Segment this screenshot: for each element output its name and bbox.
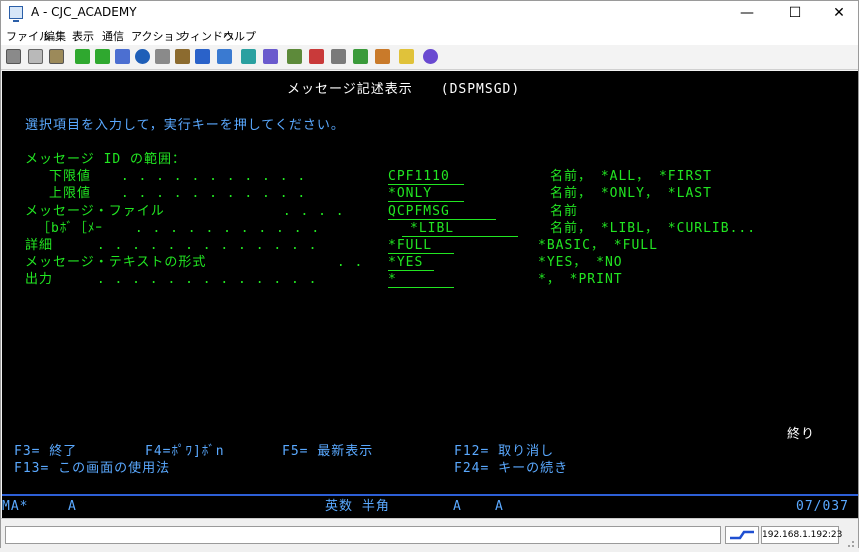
cube-icon[interactable] — [175, 49, 190, 64]
upper-dots: . . . . . . . . . . . — [112, 186, 307, 201]
receive-file-icon[interactable] — [95, 49, 110, 64]
close-button[interactable]: ✕ — [816, 1, 859, 25]
notes-icon[interactable] — [399, 49, 414, 64]
oia-left: MA* — [2, 499, 29, 514]
grid-icon[interactable] — [217, 49, 232, 64]
status-message-field — [5, 526, 721, 544]
format-hint: *YES， *NO — [538, 255, 623, 270]
lower-value-field[interactable]: CPF1110 — [388, 169, 464, 185]
box-icon[interactable] — [155, 49, 170, 64]
emulator-window: A - CJC_ACADEMY — ☐ ✕ ファイル 編集 表示 通信 アクショ… — [0, 0, 859, 548]
menu-comm[interactable]: 通信 — [102, 28, 124, 44]
macro-stop-icon[interactable] — [287, 49, 302, 64]
macro-record-icon[interactable] — [263, 49, 278, 64]
format-value-field[interactable]: *YES — [388, 255, 434, 271]
library-label: ［bﾎﾞ［ﾒｰ — [37, 221, 103, 236]
resize-grip-icon[interactable] — [843, 533, 855, 547]
upper-value-field[interactable]: *ONLY — [388, 186, 464, 202]
oia-ime: 英数 半角 — [325, 499, 390, 514]
window-title: A - CJC_ACADEMY — [31, 5, 137, 19]
msgfile-dots: . . . . — [274, 204, 345, 219]
status-bar: 192.168.1.192:23 — [1, 518, 858, 548]
help-icon[interactable] — [195, 49, 210, 64]
terminal-screen[interactable]: メッセージ記述表示 (DSPMSGD) 選択項目を入力して，実行キーを押してくだ… — [2, 71, 858, 494]
format-label: メッセージ・テキストの形式 — [25, 255, 207, 270]
library-value-field[interactable]: *LIBL — [402, 221, 518, 237]
menu-help[interactable]: ヘルプ — [223, 28, 256, 44]
detail-hint: *BASIC， *FULL — [538, 238, 658, 253]
library-hint: 名前， *LIBL， *CURLIB... — [550, 221, 757, 236]
screen-title: メッセージ記述表示 (DSPMSGD) — [287, 82, 521, 97]
menu-action[interactable]: アクション — [131, 28, 185, 44]
upper-hint: 名前， *ONLY， *LAST — [550, 186, 712, 201]
msgfile-hint: 名前 — [550, 204, 579, 219]
instruction-text: 選択項目を入力して，実行キーを押してください。 — [25, 118, 345, 133]
lower-dots: . . . . . . . . . . . — [112, 169, 307, 184]
title-bar: A - CJC_ACADEMY — ☐ ✕ — [1, 1, 858, 25]
maximize-button[interactable]: ☐ — [772, 1, 818, 25]
menu-edit[interactable]: 編集 — [44, 28, 66, 44]
format-dots: . . — [328, 255, 364, 270]
detail-value-field[interactable]: *FULL — [388, 238, 454, 254]
detail-label: 詳細 — [25, 238, 54, 253]
bottom-status-text: 終り — [787, 427, 816, 442]
output-value-field[interactable]: * — [388, 272, 454, 288]
monitor-icon — [9, 6, 23, 22]
copy-icon[interactable] — [28, 49, 43, 64]
table-icon[interactable] — [241, 49, 256, 64]
send-file-icon[interactable] — [75, 49, 90, 64]
fkey-f5[interactable]: F5= 最新表示 — [282, 444, 373, 459]
menu-bar: ファイル 編集 表示 通信 アクション ウィンドウ ヘルプ — [1, 25, 858, 45]
minimize-button[interactable]: — — [724, 1, 770, 25]
output-dots: . . . . . . . . . . . . . — [88, 272, 318, 287]
toolbar — [1, 45, 858, 70]
msgfile-value-field[interactable]: QCPFMSG — [388, 204, 496, 220]
detail-dots: . . . . . . . . . . . . . — [88, 238, 318, 253]
connection-icon — [725, 526, 759, 544]
print-screen-icon[interactable] — [6, 49, 21, 64]
upper-label: 上限値 — [49, 186, 92, 201]
oia-indicator-1: A — [453, 499, 462, 514]
range-label: メッセージ ID の範囲： — [25, 152, 187, 167]
paste-icon[interactable] — [49, 49, 64, 64]
operator-info-area: MA* A 英数 半角 A A 07/037 — [2, 496, 858, 518]
oia-indicator-2: A — [495, 499, 504, 514]
fkey-f13[interactable]: F13= この画面の使用法 — [14, 461, 170, 476]
notes-icon[interactable] — [375, 49, 390, 64]
host-address: 192.168.1.192:23 — [761, 526, 842, 544]
fkey-f4[interactable]: F4=ﾎﾟﾜ]ﾎﾞn — [145, 444, 225, 459]
msgfile-label: メッセージ・ファイル — [25, 204, 165, 219]
fkey-f3[interactable]: F3= 終了 — [14, 444, 77, 459]
menu-view[interactable]: 表示 — [72, 28, 94, 44]
lower-hint: 名前， *ALL， *FIRST — [550, 169, 712, 184]
lower-label: 下限値 — [49, 169, 92, 184]
navigate-icon[interactable] — [135, 49, 150, 64]
oia-session: A — [68, 499, 77, 514]
macro-play-icon[interactable] — [309, 49, 324, 64]
macro-run-icon[interactable] — [331, 49, 346, 64]
fkey-f12[interactable]: F12= 取り消し — [454, 444, 554, 459]
oia-cursor-position: 07/037 — [796, 499, 849, 514]
output-label: 出力 — [25, 272, 54, 287]
display-icon[interactable] — [115, 49, 130, 64]
keyboard-map-icon[interactable] — [353, 49, 368, 64]
question-icon[interactable] — [423, 49, 438, 64]
fkey-f24[interactable]: F24= キーの続き — [454, 461, 568, 476]
output-hint: *， *PRINT — [538, 272, 623, 287]
library-dots: . . . . . . . . . . . — [126, 221, 321, 236]
